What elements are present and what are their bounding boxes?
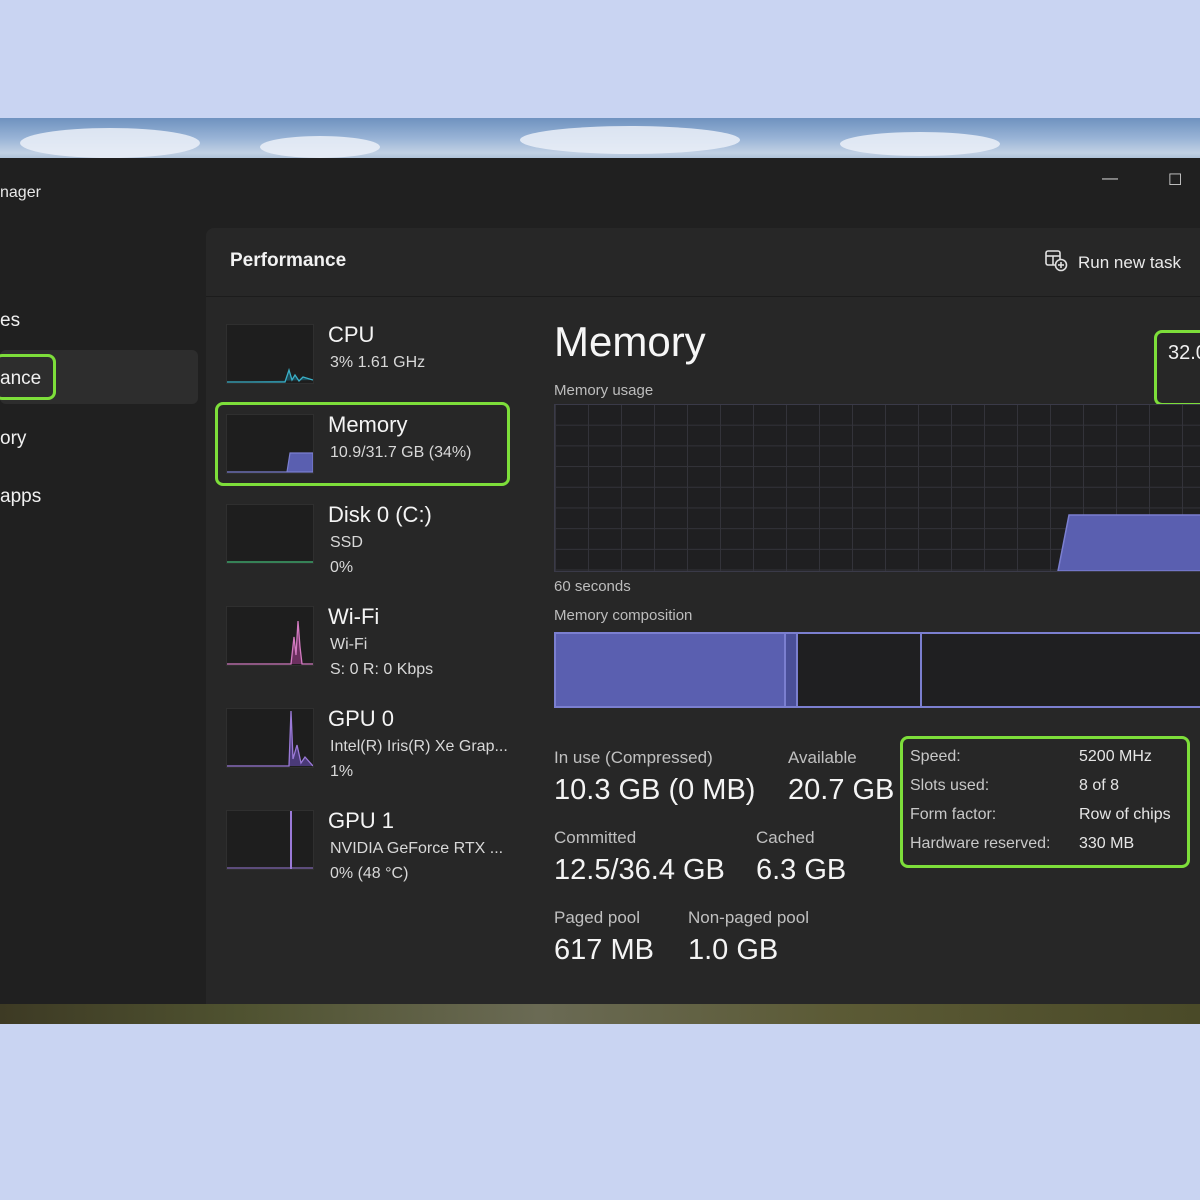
non-paged-pool-label: Non-paged pool <box>688 908 809 927</box>
page-title: Performance <box>230 250 347 271</box>
device-item-gpu0[interactable]: GPU 0 Intel(R) Iris(R) Xe Grap... 1% <box>226 706 516 798</box>
device-item-cpu[interactable]: CPU 3% 1.61 GHz <box>226 322 516 414</box>
task-manager-window: nager — ☐ es ance ory apps Performance R… <box>0 158 1200 1004</box>
sidebar-item-startup-apps[interactable]: apps <box>0 486 41 508</box>
graph-span-label: 60 seconds <box>554 578 631 595</box>
minimize-button[interactable]: — <box>1102 170 1118 188</box>
composition-standby-divider <box>920 634 922 706</box>
non-paged-pool-value: 1.0 GB <box>688 934 779 966</box>
main-panel: Performance Run new task CPU 3% 1.61 GHz… <box>206 228 1200 1004</box>
committed-label: Committed <box>554 828 637 847</box>
device-detail-secondary: 1% <box>330 763 354 780</box>
total-capacity: 32.0 <box>1168 342 1200 364</box>
sidebar-item-processes[interactable]: es <box>0 310 20 332</box>
desktop-ground <box>0 1002 1200 1024</box>
spec-value: 330 MB <box>1079 835 1135 852</box>
composition-in-use <box>556 634 784 706</box>
highlight-box-memory <box>215 402 510 486</box>
device-item-disk[interactable]: Disk 0 (C:) SSD 0% <box>226 502 516 594</box>
spec-label: Speed: <box>910 748 961 765</box>
run-task-icon <box>1044 248 1068 277</box>
sidebar-item-app-history[interactable]: ory <box>0 428 26 450</box>
spec-value: 8 of 8 <box>1079 777 1120 794</box>
cached-value: 6.3 GB <box>756 854 847 886</box>
device-detail-secondary: 0% <box>330 559 354 576</box>
wifi-thumbnail-graph <box>226 606 314 666</box>
memory-composition-bar <box>554 632 1200 708</box>
device-detail-secondary: S: 0 R: 0 Kbps <box>330 661 434 678</box>
device-item-wifi[interactable]: Wi-Fi Wi-Fi S: 0 R: 0 Kbps <box>226 604 516 696</box>
memory-composition-label: Memory composition <box>554 607 693 624</box>
available-value: 20.7 GB <box>788 774 895 806</box>
memory-title: Memory <box>554 318 706 365</box>
gpu0-thumbnail-graph <box>226 708 314 768</box>
device-name: Disk 0 (C:) <box>328 502 432 527</box>
paged-pool-label: Paged pool <box>554 908 641 927</box>
paged-pool-value: 617 MB <box>554 934 654 966</box>
device-name: GPU 0 <box>328 706 395 731</box>
memory-usage-graph <box>554 404 1200 572</box>
device-detail-secondary: 0% (48 °C) <box>330 865 409 882</box>
in-use-label: In use (Compressed) <box>554 748 713 767</box>
maximize-button[interactable]: ☐ <box>1168 170 1182 190</box>
gpu1-thumbnail-graph <box>226 810 314 870</box>
cached-label: Cached <box>756 828 815 847</box>
in-use-value: 10.3 GB (0 MB) <box>554 774 756 806</box>
device-name: Wi-Fi <box>328 604 380 629</box>
device-detail: Wi-Fi <box>330 636 368 653</box>
available-label: Available <box>788 748 857 767</box>
device-detail: SSD <box>330 534 363 551</box>
composition-modified <box>784 634 798 706</box>
spec-label: Slots used: <box>910 777 990 794</box>
device-detail: NVIDIA GeForce RTX ... <box>330 840 504 857</box>
device-name: GPU 1 <box>328 808 395 833</box>
cpu-thumbnail-graph <box>226 324 314 384</box>
window-title: nager <box>0 184 41 201</box>
spec-value: 5200 MHz <box>1079 748 1152 765</box>
device-detail: Intel(R) Iris(R) Xe Grap... <box>330 738 508 755</box>
highlight-box-performance <box>0 354 56 400</box>
committed-value: 12.5/36.4 GB <box>554 854 725 886</box>
run-new-task-button[interactable]: Run new task <box>1044 248 1181 277</box>
device-item-gpu1[interactable]: GPU 1 NVIDIA GeForce RTX ... 0% (48 °C) <box>226 808 516 900</box>
memory-usage-label: Memory usage <box>554 382 654 399</box>
spec-value: Row of chips <box>1079 806 1171 823</box>
device-detail: 3% 1.61 GHz <box>330 354 426 371</box>
run-task-label: Run new task <box>1078 252 1181 272</box>
spec-label: Hardware reserved: <box>910 835 1051 852</box>
spec-label: Form factor: <box>910 806 997 823</box>
header-divider <box>206 296 1200 297</box>
device-name: CPU <box>328 322 375 347</box>
disk-thumbnail-graph <box>226 504 314 564</box>
